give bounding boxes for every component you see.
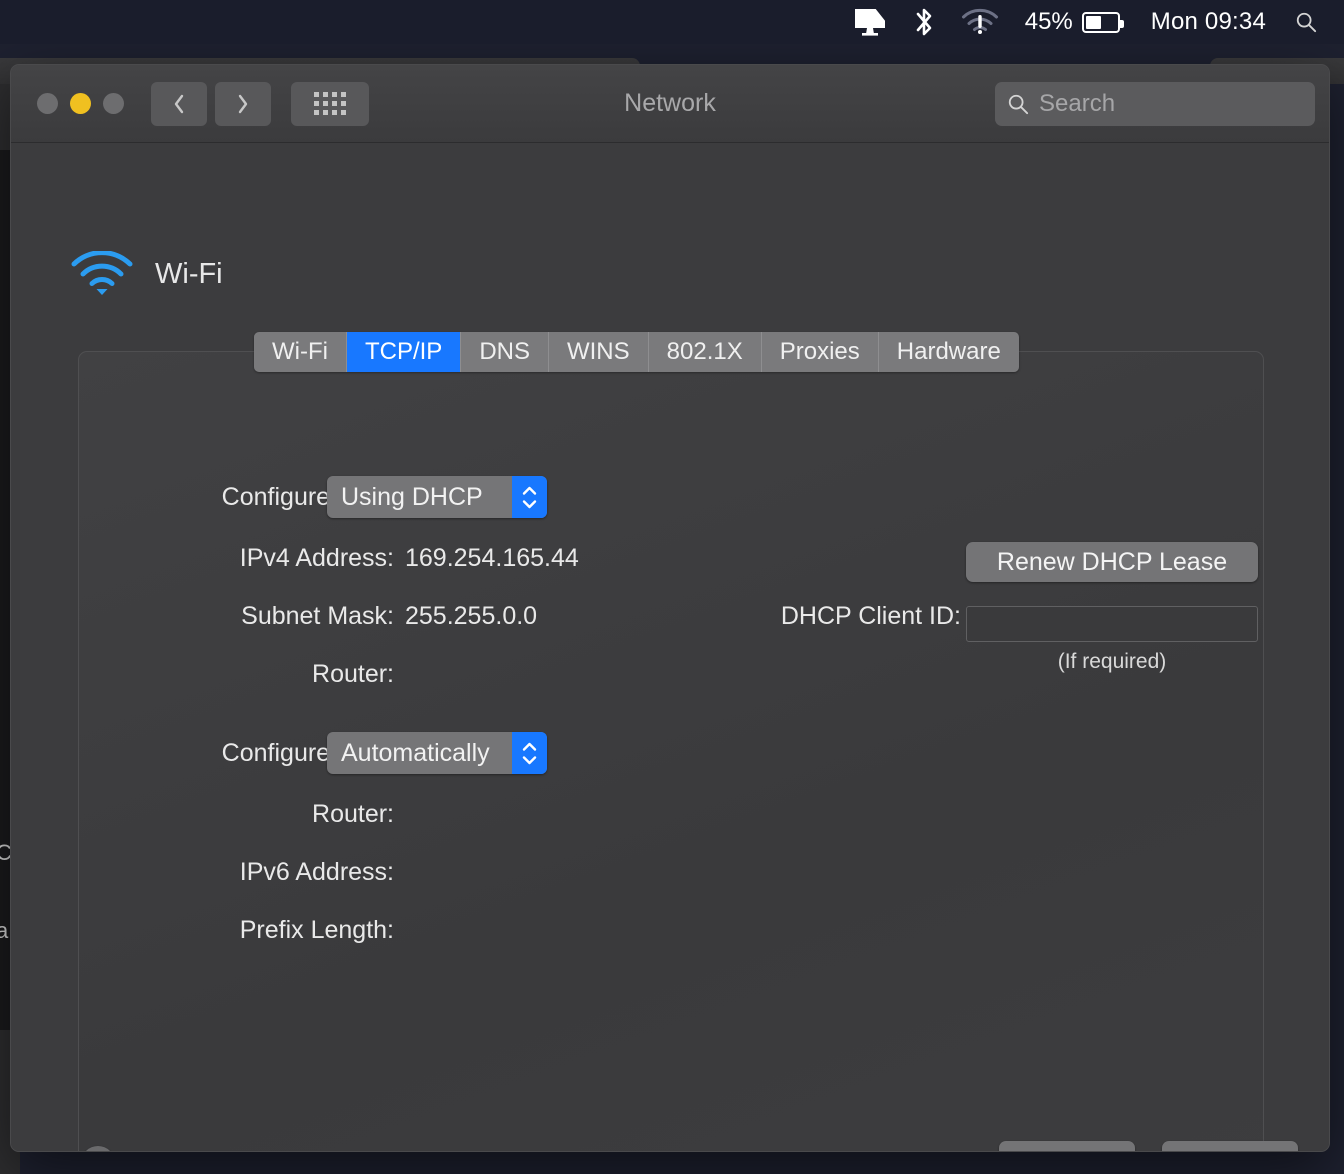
prefix-length-label: Prefix Length: [239, 916, 394, 944]
ipv6-address-label: IPv6 Address: [239, 858, 394, 886]
service-name-label: Wi-Fi [155, 257, 223, 290]
traffic-light-buttons [37, 93, 124, 114]
navigation-buttons [151, 81, 271, 126]
dhcp-client-id-label: DHCP Client ID: [780, 602, 961, 630]
back-button[interactable] [151, 81, 207, 126]
router-ipv6-label: Router: [312, 800, 394, 828]
ipv4-address-label: IPv4 Address: [239, 544, 394, 572]
tab-hardware[interactable]: Hardware [878, 332, 1019, 372]
service-header: Wi-Fi [71, 251, 223, 297]
router-ipv4-label: Router: [312, 660, 394, 688]
close-button[interactable] [37, 93, 58, 114]
ok-button-label: OK [1212, 1147, 1248, 1152]
show-all-button[interactable] [291, 81, 369, 126]
renew-dhcp-lease-button[interactable]: Renew DHCP Lease [966, 542, 1258, 582]
background-window-sidebar [0, 150, 10, 1030]
search-field[interactable] [995, 82, 1315, 126]
tab-bar: Wi-Fi TCP/IP DNS WINS 802.1X Proxies Har… [254, 332, 1019, 372]
tab-proxies[interactable]: Proxies [761, 332, 879, 372]
subnet-mask-label: Subnet Mask: [241, 602, 394, 630]
tab-tcp-ip[interactable]: TCP/IP [346, 332, 462, 372]
tab-wins[interactable]: WINS [548, 332, 649, 372]
dhcp-client-id-hint: (If required) [1057, 650, 1167, 673]
configure-ipv6-popup[interactable]: Automatically [327, 732, 547, 774]
window-content: Wi-Fi Wi-Fi TCP/IP DNS WINS 802.1X Proxi… [11, 143, 1329, 1151]
spotlight-search-icon[interactable] [1282, 0, 1330, 44]
configure-ipv6-value: Automatically [341, 738, 490, 767]
battery-icon [1081, 11, 1124, 33]
ipv4-address-value: 169.254.165.44 [405, 544, 579, 572]
display-sharing-icon[interactable] [840, 0, 900, 44]
ok-button[interactable]: OK [1162, 1141, 1298, 1152]
search-input[interactable] [1039, 90, 1303, 118]
battery-fill [1085, 15, 1102, 29]
tab-dns[interactable]: DNS [461, 332, 549, 372]
forward-button[interactable] [215, 81, 271, 126]
tcp-ip-settings-panel: Configure IPv4: Using DHCP IPv4 Address:… [78, 351, 1264, 1151]
subnet-mask-value: 255.255.0.0 [405, 602, 538, 630]
chevron-up-down-icon [512, 476, 547, 518]
cancel-button-label: Cancel [1028, 1147, 1106, 1152]
cancel-button[interactable]: Cancel [999, 1141, 1135, 1152]
clock-label: Mon 09:34 [1150, 8, 1266, 35]
search-icon [1008, 94, 1029, 115]
renew-dhcp-lease-label: Renew DHCP Lease [996, 547, 1228, 576]
configure-ipv4-value: Using DHCP [341, 482, 483, 511]
window-titlebar[interactable]: Network [11, 65, 1329, 143]
menubar-clock[interactable]: Mon 09:34 [1133, 0, 1282, 44]
menu-bar: 45% Mon 09:34 [0, 0, 1344, 44]
tab-wi-fi[interactable]: Wi-Fi [254, 332, 347, 372]
battery-percent-label: 45% [1024, 8, 1073, 35]
network-preferences-window: Network Wi-Fi Wi-Fi TCP/IP DNS WI [10, 64, 1330, 1152]
minimize-button[interactable] [70, 93, 91, 114]
grid-icon [314, 92, 346, 115]
battery-status[interactable]: 45% [1012, 0, 1133, 44]
bluetooth-icon[interactable] [900, 0, 948, 44]
wifi-icon [71, 251, 133, 295]
chevron-up-down-icon [512, 732, 547, 774]
configure-ipv4-popup[interactable]: Using DHCP [327, 476, 547, 518]
wifi-alert-icon[interactable] [948, 0, 1012, 44]
tab-802-1x[interactable]: 802.1X [648, 332, 762, 372]
zoom-button[interactable] [103, 93, 124, 114]
dhcp-client-id-input[interactable] [966, 606, 1258, 642]
